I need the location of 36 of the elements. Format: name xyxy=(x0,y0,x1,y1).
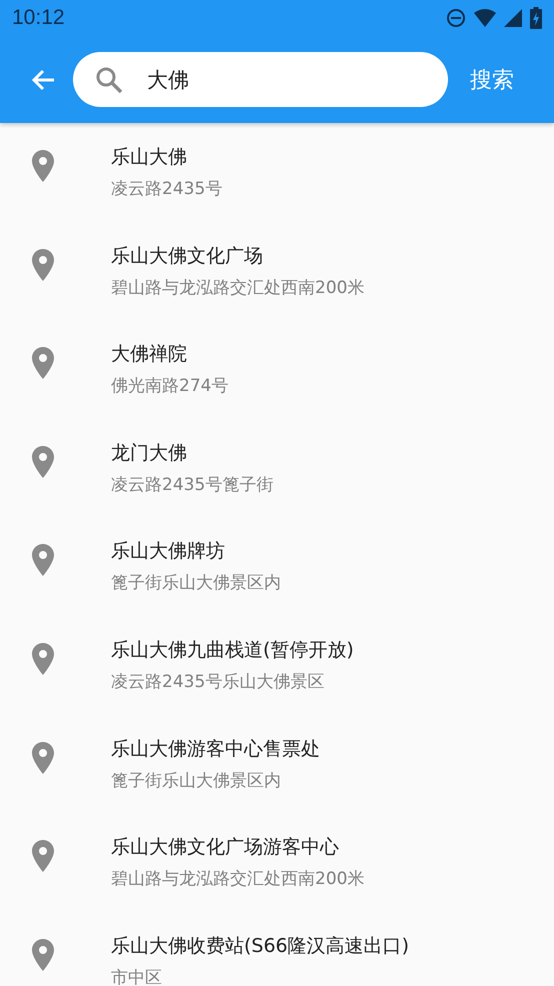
back-button[interactable] xyxy=(30,68,56,92)
place-address: 碧山路与龙泓路交汇处西南200米 xyxy=(111,276,364,300)
battery-icon xyxy=(530,7,542,29)
location-pin-icon xyxy=(32,347,54,380)
place-name[interactable]: 乐山大佛牌坊 xyxy=(111,539,281,564)
place-name[interactable]: 乐山大佛文化广场 xyxy=(111,244,364,268)
search-query: 大佛 xyxy=(147,66,189,94)
location-pin-icon xyxy=(32,150,54,182)
place-name[interactable]: 乐山大佛 xyxy=(111,145,222,169)
place-address: 篦子街乐山大佛景区内 xyxy=(111,572,281,596)
place-address: 碧山路与龙泓路交汇处西南200米 xyxy=(111,868,364,892)
location-pin-icon xyxy=(32,938,54,971)
place-name[interactable]: 龙门大佛 xyxy=(111,440,274,465)
place-name[interactable]: 乐山大佛文化广场游客中心 xyxy=(111,835,364,860)
place-address: 市中区 xyxy=(111,966,163,986)
place-address: 篦子街乐山大佛景区内 xyxy=(111,770,282,793)
place-address: 凌云路2435号 xyxy=(111,178,222,201)
search-icon xyxy=(95,66,123,94)
location-pin-icon xyxy=(32,840,54,872)
place-name[interactable]: 大佛禅院 xyxy=(111,342,228,366)
signal-icon xyxy=(504,9,522,27)
location-pin-icon xyxy=(32,742,54,774)
location-pin-icon xyxy=(32,446,54,478)
location-pin-icon xyxy=(32,642,54,675)
place-name[interactable]: 乐山大佛收费站(S66隆汉高速出口) xyxy=(111,934,410,958)
place-name[interactable]: 乐山大佛游客中心售票处 xyxy=(111,736,320,761)
status-time: 10:12 xyxy=(12,6,65,30)
location-pin-icon xyxy=(32,248,54,281)
place-name[interactable]: 乐山大佛九曲栈道(暂停开放) xyxy=(111,638,354,662)
location-pin-icon xyxy=(32,544,54,576)
do-not-disturb-icon xyxy=(446,8,466,28)
wifi-icon xyxy=(474,9,496,27)
search-field[interactable]: 大佛 xyxy=(73,52,448,107)
place-address: 凌云路2435号乐山大佛景区 xyxy=(111,670,326,694)
place-address: 凌云路2435号篦子街 xyxy=(111,474,274,497)
place-address: 佛光南路274号 xyxy=(111,375,228,398)
